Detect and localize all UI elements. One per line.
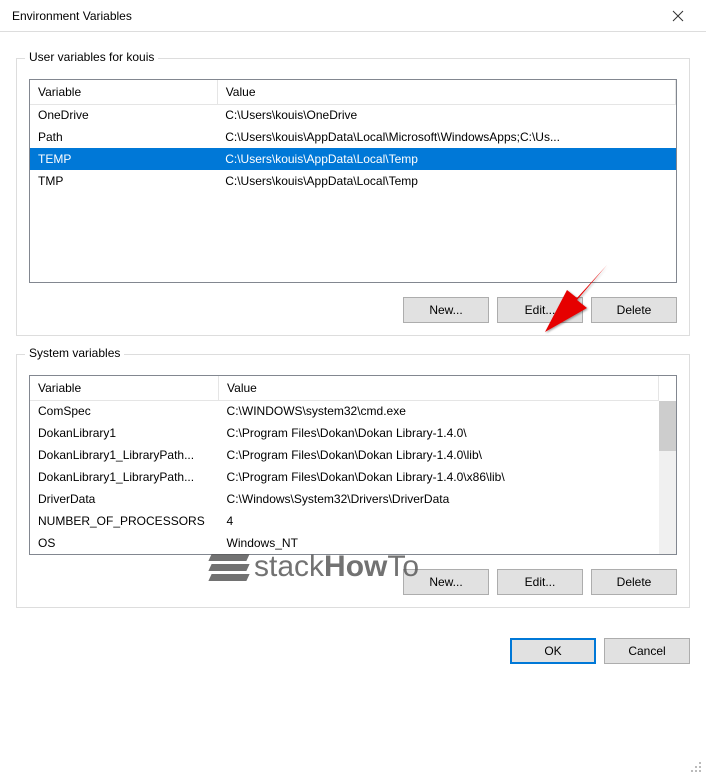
cell-variable: DokanLibrary1_LibraryPath... xyxy=(30,444,219,466)
cell-variable: DriverData xyxy=(30,488,219,510)
cell-value: C:\Program Files\Dokan\Dokan Library-1.4… xyxy=(219,466,659,488)
cancel-button[interactable]: Cancel xyxy=(604,638,690,664)
col-value[interactable]: Value xyxy=(217,80,675,104)
col-variable[interactable]: Variable xyxy=(30,80,217,104)
system-group-label: System variables xyxy=(25,346,124,360)
col-value[interactable]: Value xyxy=(219,376,659,400)
user-edit-button[interactable]: Edit... xyxy=(497,297,583,323)
table-row[interactable]: NUMBER_OF_PROCESSORS4 xyxy=(30,510,659,532)
resize-grip-icon[interactable] xyxy=(689,760,703,774)
user-variables-table[interactable]: Variable Value OneDriveC:\Users\kouis\On… xyxy=(29,79,677,283)
cell-value: C:\Users\kouis\OneDrive xyxy=(217,104,675,126)
cell-value: C:\Program Files\Dokan\Dokan Library-1.4… xyxy=(219,422,659,444)
system-edit-button[interactable]: Edit... xyxy=(497,569,583,595)
cell-value: C:\WINDOWS\system32\cmd.exe xyxy=(219,400,659,422)
ok-button[interactable]: OK xyxy=(510,638,596,664)
scrollbar[interactable] xyxy=(659,401,676,554)
table-row[interactable]: PathC:\Users\kouis\AppData\Local\Microso… xyxy=(30,126,676,148)
cell-variable: DokanLibrary1 xyxy=(30,422,219,444)
cell-value: Windows_NT xyxy=(219,532,659,554)
cell-value: C:\Windows\System32\Drivers\DriverData xyxy=(219,488,659,510)
scrollbar-thumb[interactable] xyxy=(659,401,676,451)
user-delete-button[interactable]: Delete xyxy=(591,297,677,323)
cell-variable: ComSpec xyxy=(30,400,219,422)
user-new-button[interactable]: New... xyxy=(403,297,489,323)
table-row[interactable]: TMPC:\Users\kouis\AppData\Local\Temp xyxy=(30,170,676,192)
table-row[interactable]: DokanLibrary1_LibraryPath...C:\Program F… xyxy=(30,444,659,466)
system-variables-group: System variables Variable Value ComSpecC… xyxy=(16,354,690,608)
cell-value: C:\Users\kouis\AppData\Local\Temp xyxy=(217,148,675,170)
cell-value: 4 xyxy=(219,510,659,532)
table-row[interactable]: TEMPC:\Users\kouis\AppData\Local\Temp xyxy=(30,148,676,170)
table-row[interactable]: DokanLibrary1_LibraryPath...C:\Program F… xyxy=(30,466,659,488)
titlebar: Environment Variables xyxy=(0,0,706,32)
table-row[interactable]: OSWindows_NT xyxy=(30,532,659,554)
cell-variable: DokanLibrary1_LibraryPath... xyxy=(30,466,219,488)
system-new-button[interactable]: New... xyxy=(403,569,489,595)
cell-value: C:\Users\kouis\AppData\Local\Microsoft\W… xyxy=(217,126,675,148)
cell-variable: OS xyxy=(30,532,219,554)
cell-variable: TMP xyxy=(30,170,217,192)
system-delete-button[interactable]: Delete xyxy=(591,569,677,595)
close-button[interactable] xyxy=(658,2,698,30)
user-group-label: User variables for kouis xyxy=(25,50,158,64)
window-title: Environment Variables xyxy=(12,9,658,23)
table-row[interactable]: ComSpecC:\WINDOWS\system32\cmd.exe xyxy=(30,400,659,422)
user-variables-group: User variables for kouis Variable Value … xyxy=(16,58,690,336)
cell-variable: TEMP xyxy=(30,148,217,170)
cell-value: C:\Users\kouis\AppData\Local\Temp xyxy=(217,170,675,192)
system-variables-table[interactable]: Variable Value ComSpecC:\WINDOWS\system3… xyxy=(29,375,677,555)
cell-variable: Path xyxy=(30,126,217,148)
table-row[interactable]: OneDriveC:\Users\kouis\OneDrive xyxy=(30,104,676,126)
cell-variable: OneDrive xyxy=(30,104,217,126)
table-row[interactable]: DokanLibrary1C:\Program Files\Dokan\Doka… xyxy=(30,422,659,444)
table-row[interactable]: DriverDataC:\Windows\System32\Drivers\Dr… xyxy=(30,488,659,510)
cell-variable: NUMBER_OF_PROCESSORS xyxy=(30,510,219,532)
dialog-footer: OK Cancel xyxy=(0,638,706,680)
close-icon xyxy=(672,10,684,22)
cell-value: C:\Program Files\Dokan\Dokan Library-1.4… xyxy=(219,444,659,466)
col-variable[interactable]: Variable xyxy=(30,376,219,400)
